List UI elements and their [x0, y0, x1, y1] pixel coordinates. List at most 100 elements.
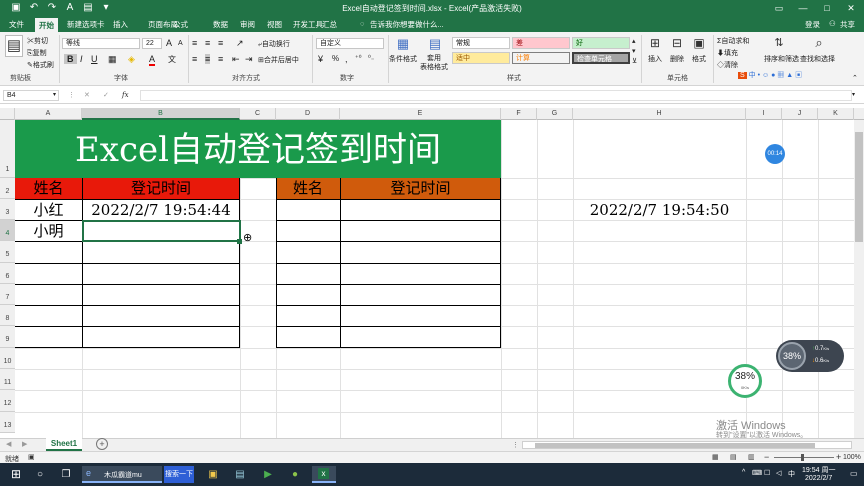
autosum-button[interactable]: Σ自动求和	[717, 36, 749, 46]
col-header-c[interactable]: C	[240, 108, 276, 120]
style-calculation[interactable]: 计算	[512, 52, 570, 64]
align-center-icon[interactable]: ≡	[205, 54, 211, 64]
table2-header-time[interactable]: 登记时间	[340, 178, 501, 199]
folder-icon[interactable]: ▣	[205, 466, 221, 483]
tab-view[interactable]: 视图	[267, 19, 282, 30]
notification-icon[interactable]: ▭	[850, 469, 858, 478]
collapse-ribbon-icon[interactable]: ⌃	[852, 74, 858, 82]
col-header-k[interactable]: K	[818, 108, 854, 120]
gallery-up-icon[interactable]: ▴	[632, 37, 636, 45]
normal-view-icon[interactable]: ▦	[712, 453, 719, 461]
row-header-9[interactable]: 9	[0, 326, 15, 348]
tab-data[interactable]: 数据	[213, 19, 228, 30]
gallery-more-icon[interactable]: ⊻	[632, 57, 637, 65]
tab-review[interactable]: 审阅	[240, 19, 255, 30]
orientation-icon[interactable]: ↗	[236, 38, 244, 49]
style-check-cell[interactable]: 检查单元格	[572, 52, 630, 64]
windows-start-icon[interactable]: ⊞	[8, 466, 24, 483]
taskbar-app-excel[interactable]: x	[312, 466, 336, 483]
align-top-icon[interactable]: ≡	[192, 38, 197, 48]
conditional-format-button[interactable]: 条件格式	[389, 54, 417, 64]
row-header-5[interactable]: 5	[0, 241, 15, 263]
zoom-out-button[interactable]: −	[764, 452, 769, 462]
ime-keyboard-icon[interactable]: ▦	[777, 72, 784, 79]
cell-b3[interactable]: 2022/2/7 19:54:44	[82, 199, 240, 220]
underline-button[interactable]: U	[91, 54, 98, 64]
row-header-2[interactable]: 2	[0, 178, 15, 199]
ime-emoji-icon[interactable]: ☺	[762, 72, 769, 79]
tray-lang[interactable]: 中	[788, 469, 795, 479]
tell-me-search[interactable]: 告诉我你想要做什么...	[370, 19, 444, 30]
align-middle-icon[interactable]: ≡	[205, 38, 210, 48]
ribbon-options-icon[interactable]: ▭	[772, 2, 786, 14]
col-header-g[interactable]: G	[537, 108, 573, 120]
decrease-decimal-icon[interactable]: ⁰₋	[368, 54, 375, 62]
prev-sheet-icon[interactable]: ◀	[6, 440, 11, 448]
maximize-button[interactable]: □	[820, 2, 834, 14]
tab-developer[interactable]: 开发工具	[293, 19, 323, 30]
task-view-icon[interactable]: ❐	[58, 466, 74, 483]
font-color-button[interactable]: A	[149, 54, 156, 66]
cell-h3[interactable]: 2022/2/7 19:54:50	[573, 199, 746, 220]
row-header-8[interactable]: 8	[0, 305, 15, 326]
sheet-tab-options-icon[interactable]: ⋮	[512, 441, 519, 449]
tab-home[interactable]: 开始	[35, 18, 58, 32]
fill-color-icon[interactable]: ◈	[128, 54, 135, 65]
col-header-e[interactable]: E	[340, 108, 501, 120]
sheet-tab-sheet1[interactable]: Sheet1	[46, 438, 82, 451]
sort-filter-button[interactable]: 排序和筛选	[764, 54, 799, 64]
zoom-thumb[interactable]	[801, 454, 804, 461]
ime-tools-icon[interactable]: ▣	[795, 72, 802, 79]
active-cell-b4[interactable]	[82, 220, 241, 242]
ime-punct-icon[interactable]: •	[758, 72, 760, 79]
formula-input[interactable]	[140, 90, 852, 101]
search-circle-icon[interactable]: ○	[32, 466, 48, 483]
paste-icon[interactable]: ▤	[5, 35, 23, 57]
find-select-button[interactable]: 查找和选择	[800, 54, 835, 64]
row-header-13[interactable]: 13	[0, 412, 15, 433]
page-break-view-icon[interactable]: ▥	[748, 453, 755, 461]
tab-new[interactable]: 新建选项卡	[67, 19, 105, 30]
row-header-7[interactable]: 7	[0, 284, 15, 305]
login-link[interactable]: 登录	[805, 19, 820, 30]
app-icon-2[interactable]: ●	[287, 466, 303, 483]
formula-cancel-button[interactable]: ✕	[84, 91, 90, 99]
taskbar-app-browser[interactable]: e 木瓜霸道mu	[82, 466, 162, 483]
ime-skin-icon[interactable]: ▲	[786, 72, 793, 79]
col-header-f[interactable]: F	[501, 108, 537, 120]
tray-chevron-icon[interactable]: ^	[742, 469, 745, 476]
tray-ime-icon[interactable]: ⌨	[752, 469, 762, 477]
expand-formula-icon[interactable]: ▾	[852, 91, 855, 98]
share-button[interactable]: 共享	[840, 19, 855, 30]
col-header-j[interactable]: J	[782, 108, 818, 120]
row-header-1[interactable]: 1	[0, 120, 15, 178]
cell-a4[interactable]: 小明	[15, 220, 82, 241]
name-box[interactable]: B4	[3, 90, 59, 101]
page-layout-view-icon[interactable]: ▤	[730, 453, 737, 461]
tab-summary[interactable]: 汇总	[322, 19, 337, 30]
clock-date[interactable]: 2022/2/7	[805, 475, 832, 482]
col-header-b[interactable]: B	[82, 108, 240, 120]
format-painter-button[interactable]: ✎格式刷	[27, 60, 54, 70]
gallery-down-icon[interactable]: ▾	[632, 47, 636, 55]
close-button[interactable]: ✕	[844, 2, 858, 14]
clear-button[interactable]: ◇清除	[717, 60, 738, 70]
recording-badge[interactable]: 00:14	[765, 144, 785, 164]
comma-button[interactable]: ,	[345, 54, 348, 64]
formula-enter-button[interactable]: ✓	[103, 91, 109, 99]
row-header-12[interactable]: 12	[0, 390, 15, 412]
grow-font-button[interactable]: A	[166, 38, 172, 48]
col-header-d[interactable]: D	[276, 108, 340, 120]
hscroll-thumb[interactable]	[535, 443, 815, 448]
select-all-corner[interactable]	[0, 108, 15, 120]
percent-button[interactable]: %	[332, 54, 339, 63]
border-icon[interactable]: ▦	[108, 54, 117, 65]
row-header-11[interactable]: 11	[0, 369, 15, 390]
next-sheet-icon[interactable]: ▶	[22, 440, 27, 448]
align-left-icon[interactable]: ≡	[192, 54, 197, 64]
number-format-select[interactable]: 自定义	[316, 38, 384, 49]
clock-time[interactable]: 19:54 周一	[802, 465, 835, 475]
shrink-font-button[interactable]: A	[178, 40, 183, 47]
wrap-text-button[interactable]: ⤶自动换行	[258, 39, 290, 49]
row-header-10[interactable]: 10	[0, 348, 15, 369]
